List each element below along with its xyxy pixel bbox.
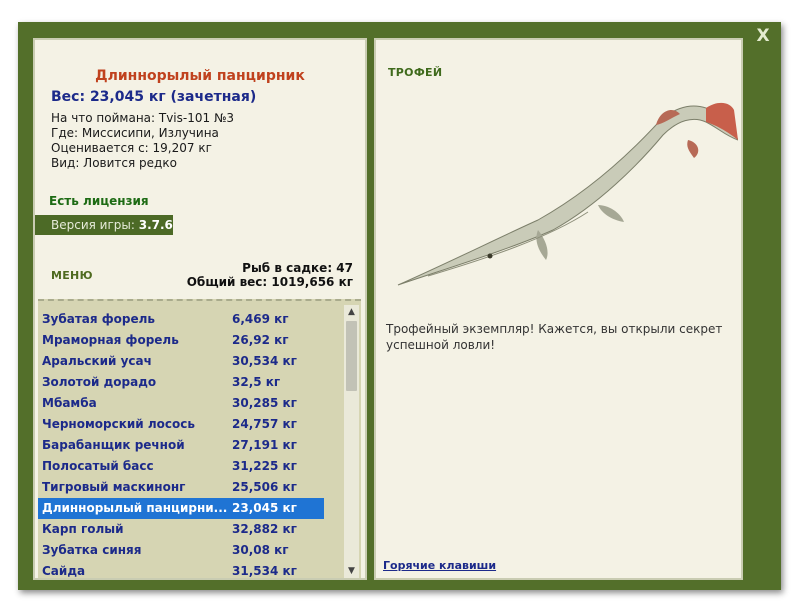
version-value: 3.7.6	[138, 218, 173, 232]
catch-list-row[interactable]: Черноморский лосось 24,757 кг	[38, 414, 324, 435]
cage-total-weight: Общий вес: 1019,656 кг	[186, 275, 353, 289]
catch-list-row[interactable]: Зубатка синяя 30,08 кг	[38, 540, 324, 561]
catch-info-panel: Длиннорылый панцирник Вес: 23,045 кг (за…	[33, 38, 367, 580]
trophy-message: Трофейный экземпляр! Кажется, вы открыли…	[386, 322, 723, 352]
catch-list-row[interactable]: Длиннорылый панцирни... 23,045 кг	[38, 498, 324, 519]
trophy-panel: ТРОФЕЙ Трофейный экземпляр! Кажется, вы …	[374, 38, 743, 580]
catch-list-row[interactable]: Полосатый басс 31,225 кг	[38, 456, 324, 477]
scroll-up-arrow-icon[interactable]: ▲	[344, 305, 359, 319]
catch-list-items: Зубатая форель 6,469 кг Мраморная форель 26…	[38, 309, 324, 578]
catch-fish-name: Сайда	[42, 564, 86, 578]
catch-list-row[interactable]: Карп голый 32,882 кг	[38, 519, 324, 540]
close-button[interactable]: X	[751, 26, 775, 46]
version-label: Версия игры:	[51, 218, 135, 232]
catch-fish-name: Тигровый маскинонг	[42, 480, 186, 494]
hotkeys-link[interactable]: Горячие клавиши	[383, 559, 496, 572]
scroll-down-arrow-icon[interactable]: ▼	[344, 564, 359, 578]
scrollbar-thumb[interactable]	[346, 321, 357, 391]
gar-fish-image	[397, 102, 738, 286]
caught-with: На что поймана: Tvis-101 №3	[51, 111, 235, 125]
fish-kind: Вид: Ловится редко	[51, 156, 177, 170]
catch-fish-name: Мраморная форель	[42, 333, 179, 347]
trophy-title: ТРОФЕЙ	[388, 66, 443, 79]
catch-fish-weight: 6,469 кг	[232, 312, 289, 326]
catch-list-row[interactable]: Барабанщик речной 27,191 кг	[38, 435, 324, 456]
catch-fish-weight: 26,92 кг	[232, 333, 289, 347]
catch-fish-weight: 24,757 кг	[232, 417, 297, 431]
catch-list-row[interactable]: Тигровый маскинонг 25,506 кг	[38, 477, 324, 498]
rated-from: Оценивается с: 19,207 кг	[51, 141, 212, 155]
catch-list-row[interactable]: Мраморная форель 26,92 кг	[38, 330, 324, 351]
catch-fish-name: Черноморский лосось	[42, 417, 195, 431]
fish-weight: Вес: 23,045 кг (зачетная)	[51, 89, 257, 105]
catch-fish-weight: 27,191 кг	[232, 438, 297, 452]
cage-summary: Рыб в садке: 47 Общий вес: 1019,656 кг	[187, 261, 353, 289]
catch-fish-name: Барабанщик речной	[42, 438, 185, 452]
catch-list-row[interactable]: Аральский усач 30,534 кг	[38, 351, 324, 372]
catch-fish-weight: 23,045 кг	[232, 501, 297, 515]
catch-list-row[interactable]: Золотой дорадо 32,5 кг	[38, 372, 324, 393]
catch-fish-weight: 32,5 кг	[232, 375, 281, 389]
catch-fish-name: Карп голый	[42, 522, 124, 536]
catch-fish-weight: 31,225 кг	[232, 459, 297, 473]
catch-fish-weight: 31,534 кг	[232, 564, 297, 578]
catch-fish-name: Длиннорылый панцирни...	[42, 501, 228, 515]
catch-fish-name: Зубатая форель	[42, 312, 156, 326]
catch-fish-name: Аральский усач	[42, 354, 152, 368]
catch-fish-name: Зубатка синяя	[42, 543, 142, 557]
catch-list-row[interactable]: Зубатая форель 6,469 кг	[38, 309, 324, 330]
menu-button[interactable]: МЕНЮ	[51, 269, 93, 282]
catch-fish-name: Полосатый басс	[42, 459, 154, 473]
catch-fish-weight: 25,506 кг	[232, 480, 297, 494]
catch-fish-name: Золотой дорадо	[42, 375, 157, 389]
catch-fish-weight: 30,534 кг	[232, 354, 297, 368]
catch-list-scrollbar[interactable]: ▲ ▼	[344, 305, 359, 578]
catch-fish-weight: 30,285 кг	[232, 396, 297, 410]
catch-list: Зубатая форель 6,469 кг Мраморная форель 26…	[38, 299, 361, 578]
catch-list-row[interactable]: Мбамба 30,285 кг	[38, 393, 324, 414]
cage-count: Рыб в садке: 47	[242, 261, 353, 275]
catch-list-row[interactable]: Сайда 31,534 кг	[38, 561, 324, 578]
catch-fish-name: Мбамба	[42, 396, 97, 410]
catch-fish-weight: 30,08 кг	[232, 543, 289, 557]
catch-fish-weight: 32,882 кг	[232, 522, 297, 536]
catch-location: Где: Миссисипи, Излучина	[51, 126, 219, 140]
game-version: Версия игры: 3.7.6	[35, 215, 173, 235]
fish-name: Длиннорылый панцирник	[95, 68, 305, 84]
license-status: Есть лицензия	[49, 194, 149, 208]
